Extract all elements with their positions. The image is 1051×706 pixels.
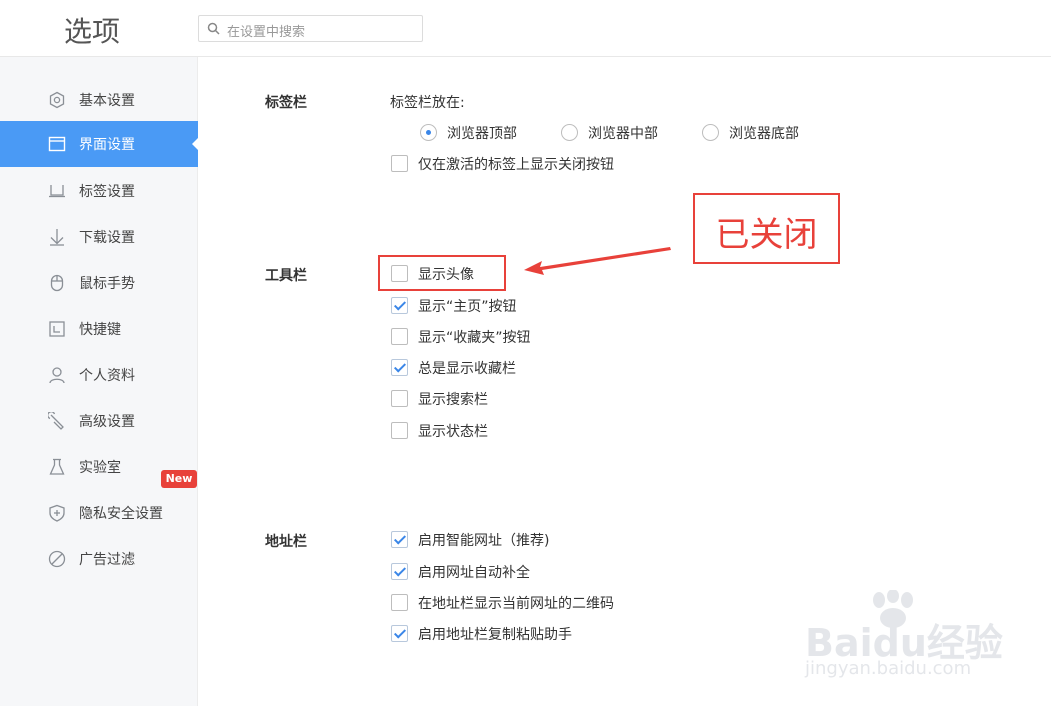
tab-icon: [49, 185, 65, 198]
block-circle-icon: [48, 550, 66, 568]
checkbox-label[interactable]: 显示搜索栏: [418, 389, 488, 409]
checkbox-label[interactable]: 启用网址自动补全: [418, 562, 530, 582]
sidebar-item-label: 界面设置: [79, 137, 135, 153]
sidebar-item-profile[interactable]: 个人资料: [0, 352, 198, 398]
checkbox-label[interactable]: 启用地址栏复制粘贴助手: [418, 624, 572, 644]
flask-icon: [49, 458, 65, 475]
radio-label[interactable]: 浏览器顶部: [447, 123, 517, 143]
sidebar-item-label: 实验室: [79, 460, 121, 476]
checkbox-label[interactable]: 总是显示收藏栏: [418, 358, 516, 378]
search-icon: [207, 22, 220, 35]
sidebar-item-ad-filter[interactable]: 广告过滤: [0, 536, 198, 582]
radio-browser-bottom[interactable]: [702, 124, 719, 141]
sidebar-item-interface[interactable]: 界面设置: [0, 121, 198, 167]
checkbox-label[interactable]: 仅在激活的标签上显示关闭按钮: [418, 154, 614, 174]
sidebar-item-label: 隐私安全设置: [79, 506, 163, 522]
section-title-addressbar: 地址栏: [265, 534, 307, 550]
sidebar-item-shortcuts[interactable]: 快捷键: [0, 306, 198, 352]
mouse-icon: [50, 274, 64, 292]
sidebar-item-label: 标签设置: [79, 184, 135, 200]
page-title: 选项: [64, 15, 121, 48]
tabbar-position-label: 标签栏放在:: [390, 95, 465, 111]
sidebar-item-label: 广告过滤: [79, 552, 135, 568]
checkbox-show-search-bar[interactable]: [391, 390, 408, 407]
checkbox-label[interactable]: 在地址栏显示当前网址的二维码: [418, 593, 614, 613]
checkbox-smart-url[interactable]: [391, 531, 408, 548]
checkbox-show-qrcode[interactable]: [391, 594, 408, 611]
radio-label[interactable]: 浏览器中部: [588, 123, 658, 143]
checkbox-label[interactable]: 显示状态栏: [418, 421, 488, 441]
shortcut-key-icon: [49, 321, 65, 337]
sidebar-item-privacy[interactable]: 隐私安全设置: [0, 490, 198, 536]
sidebar-item-advanced[interactable]: 高级设置: [0, 398, 198, 444]
checkbox-show-home-button[interactable]: [391, 297, 408, 314]
annotation-arrow-icon: [524, 247, 671, 275]
checkbox-show-favorites-button[interactable]: [391, 328, 408, 345]
search-placeholder[interactable]: 在设置中搜索: [227, 21, 305, 40]
download-arrow-icon: [50, 229, 64, 246]
sidebar-item-tabs[interactable]: 标签设置: [0, 168, 198, 214]
watermark-url: jingyan.baidu.com: [805, 658, 972, 679]
checkbox-url-autocomplete[interactable]: [391, 563, 408, 580]
sidebar-item-label: 高级设置: [79, 414, 135, 430]
checkbox-label[interactable]: 显示“收藏夹”按钮: [418, 327, 531, 347]
sidebar-item-label: 基本设置: [79, 93, 135, 109]
sidebar-item-download[interactable]: 下载设置: [0, 214, 198, 260]
person-icon: [49, 367, 65, 384]
watermark: Baidu经验 jingyan.baidu.com: [805, 590, 1005, 690]
new-badge: New: [161, 470, 197, 488]
radio-label[interactable]: 浏览器底部: [729, 123, 799, 143]
checkbox-show-status-bar[interactable]: [391, 422, 408, 439]
checkbox-label[interactable]: 启用智能网址（推荐): [418, 530, 549, 550]
sidebar: 基本设置 界面设置 标签设置 下载设置 鼠标手势 快捷键 个人资料 高级设置 实…: [0, 57, 198, 706]
sidebar-item-label: 鼠标手势: [79, 276, 135, 292]
checkbox-copy-paste-helper[interactable]: [391, 625, 408, 642]
sidebar-item-label: 快捷键: [79, 322, 121, 338]
search-box[interactable]: 在设置中搜索: [198, 15, 423, 42]
window-icon: [48, 136, 66, 152]
section-title-tabbar: 标签栏: [265, 95, 307, 111]
sidebar-item-mouse-gesture[interactable]: 鼠标手势: [0, 260, 198, 306]
sidebar-item-basic[interactable]: 基本设置: [0, 77, 198, 123]
annotation-highlight-box: [378, 255, 506, 291]
header: 选项 在设置中搜索: [0, 0, 1051, 57]
radio-browser-middle[interactable]: [561, 124, 578, 141]
wrench-icon: [48, 412, 64, 430]
checkbox-always-show-bookmarks-bar[interactable]: [391, 359, 408, 376]
sidebar-item-label: 下载设置: [79, 230, 135, 246]
checkbox-close-on-active-tab[interactable]: [391, 155, 408, 172]
annotation-label: 已关闭: [715, 215, 818, 255]
sidebar-item-label: 个人资料: [79, 368, 135, 384]
annotation-label-box: 已关闭: [693, 193, 840, 264]
shield-plus-icon: [49, 504, 65, 522]
hexagon-gear-icon: [49, 91, 65, 109]
section-title-toolbar: 工具栏: [265, 268, 307, 284]
checkbox-label[interactable]: 显示“主页”按钮: [418, 296, 517, 316]
radio-browser-top[interactable]: [420, 124, 437, 141]
